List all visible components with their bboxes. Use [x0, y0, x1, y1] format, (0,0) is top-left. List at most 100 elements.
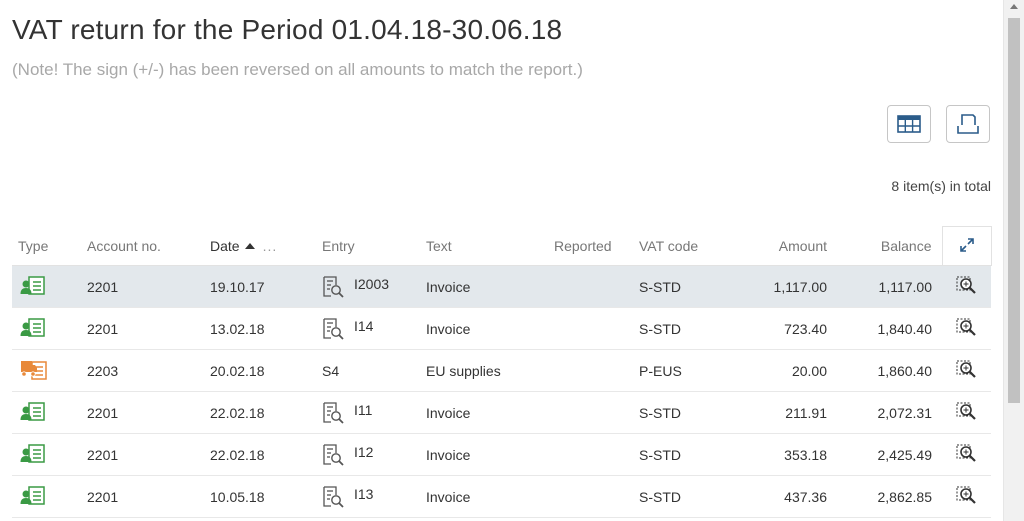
table-view-button[interactable]	[887, 105, 931, 143]
cell-drilldown[interactable]	[942, 349, 991, 392]
cell-amount: 723.40	[733, 307, 837, 350]
cell-date: 19.10.17	[204, 265, 316, 308]
table-grid-icon	[897, 115, 921, 133]
vertical-scrollbar[interactable]	[1003, 0, 1024, 521]
cell-reported	[548, 433, 633, 476]
view-entry-icon[interactable]	[322, 275, 344, 298]
cell-text: Invoice	[420, 265, 548, 308]
cell-drilldown[interactable]	[942, 391, 991, 434]
cell-type	[12, 391, 81, 434]
column-header-account[interactable]: Account no.	[81, 226, 204, 266]
cell-type	[12, 433, 81, 476]
column-header-entry[interactable]: Entry	[316, 226, 420, 266]
column-header-text[interactable]: Text	[420, 226, 548, 266]
cell-text: Invoice	[420, 391, 548, 434]
cell-vat-code: S-STD	[633, 475, 733, 518]
entry-number[interactable]: I11	[354, 402, 372, 418]
drilldown-icon[interactable]	[956, 359, 978, 379]
cell-balance: 2,072.31	[837, 391, 942, 434]
drilldown-icon[interactable]	[956, 443, 978, 463]
scroll-up-arrow-icon[interactable]	[1010, 4, 1018, 9]
expand-table-button[interactable]	[941, 226, 992, 266]
column-header-balance[interactable]: Balance	[837, 226, 942, 266]
cell-type	[12, 307, 81, 350]
cell-amount: 20.00	[733, 349, 837, 392]
item-count: 8 item(s) in total	[891, 178, 991, 194]
cell-reported	[548, 475, 633, 518]
column-header-vat-code[interactable]: VAT code	[633, 226, 733, 266]
customer-invoice-icon	[20, 444, 45, 463]
cell-drilldown[interactable]	[942, 475, 991, 518]
page-title: VAT return for the Period 01.04.18-30.06…	[12, 14, 563, 45]
cell-drilldown[interactable]	[942, 433, 991, 476]
column-header-amount[interactable]: Amount	[733, 226, 837, 266]
table-row[interactable]: 2201 13.02.18 I14 Invoice S-STD 723.40 1,840.4…	[12, 307, 991, 350]
cell-reported	[548, 391, 633, 434]
cell-amount: 1,117.00	[733, 265, 837, 308]
sign-note: (Note! The sign (+/-) has been reversed …	[12, 60, 583, 79]
cell-date: 13.02.18	[204, 307, 316, 350]
cell-entry[interactable]: I11	[316, 391, 420, 434]
cell-account: 2201	[81, 265, 204, 308]
cell-balance: 2,425.49	[837, 433, 942, 476]
cell-drilldown[interactable]	[942, 265, 991, 308]
cell-account: 2201	[81, 307, 204, 350]
cell-amount: 211.91	[733, 391, 837, 434]
scrollbar-thumb[interactable]	[1008, 18, 1020, 403]
cell-account: 2201	[81, 475, 204, 518]
cell-balance: 1,840.40	[837, 307, 942, 350]
column-header-date-label: Date	[210, 237, 240, 254]
cell-drilldown[interactable]	[942, 307, 991, 350]
customer-invoice-icon	[20, 486, 45, 505]
drilldown-icon[interactable]	[956, 275, 978, 295]
drilldown-icon[interactable]	[956, 485, 978, 505]
cell-date: 22.02.18	[204, 433, 316, 476]
drilldown-icon[interactable]	[956, 401, 978, 421]
customer-invoice-icon	[20, 402, 45, 421]
table-header: Type Account no. Date... Entry Text Repo…	[12, 226, 992, 266]
view-entry-icon[interactable]	[322, 485, 344, 508]
cell-account: 2203	[81, 349, 204, 392]
entry-number[interactable]: S4	[322, 363, 339, 379]
customer-invoice-icon	[20, 276, 45, 295]
table-row[interactable]: 2201 10.05.18 I13 Invoice S-STD 437.36 2,862.8…	[12, 475, 991, 518]
expand-icon	[959, 237, 974, 252]
sort-ascending-icon	[244, 242, 255, 249]
entry-number[interactable]: I2003	[354, 276, 389, 292]
cell-reported	[548, 265, 633, 308]
cell-date: 22.02.18	[204, 391, 316, 434]
view-entry-icon[interactable]	[322, 317, 344, 340]
cell-reported	[548, 307, 633, 350]
print-icon	[957, 114, 979, 134]
table-row[interactable]: 2201 22.02.18 I11 Invoice S-STD 211.91 2,072.3…	[12, 391, 991, 434]
cell-entry[interactable]: I14	[316, 307, 420, 350]
cell-reported	[548, 349, 633, 392]
view-entry-icon[interactable]	[322, 443, 344, 466]
vat-transactions-table: Type Account no. Date... Entry Text Repo…	[12, 226, 992, 518]
column-header-reported[interactable]: Reported	[548, 226, 633, 266]
print-button[interactable]	[946, 105, 990, 143]
view-entry-icon[interactable]	[322, 401, 344, 424]
cell-amount: 437.36	[733, 475, 837, 518]
cell-balance: 1,860.40	[837, 349, 942, 392]
cell-account: 2201	[81, 391, 204, 434]
cell-entry[interactable]: S4	[316, 349, 420, 392]
cell-balance: 2,862.85	[837, 475, 942, 518]
table-row[interactable]: 2203 20.02.18 S4 EU supplies P-EUS 20.00 1,860…	[12, 349, 991, 392]
column-header-type[interactable]: Type	[12, 226, 81, 266]
entry-number[interactable]: I14	[354, 318, 373, 334]
cell-entry[interactable]: I13	[316, 475, 420, 518]
cell-type	[12, 265, 81, 308]
drilldown-icon[interactable]	[956, 317, 978, 337]
cell-account: 2201	[81, 433, 204, 476]
column-header-date[interactable]: Date...	[204, 226, 316, 266]
customer-invoice-icon	[20, 318, 45, 337]
cell-type	[12, 475, 81, 518]
table-row[interactable]: 2201 19.10.17 I2003 Invoice S-STD 1,117.00 1,1…	[12, 265, 991, 308]
table-row[interactable]: 2201 22.02.18 I12 Invoice S-STD 353.18 2,425.4…	[12, 433, 991, 476]
entry-number[interactable]: I13	[354, 486, 373, 502]
column-options-icon[interactable]: ...	[263, 238, 278, 254]
cell-entry[interactable]: I2003	[316, 265, 420, 308]
cell-entry[interactable]: I12	[316, 433, 420, 476]
entry-number[interactable]: I12	[354, 444, 373, 460]
